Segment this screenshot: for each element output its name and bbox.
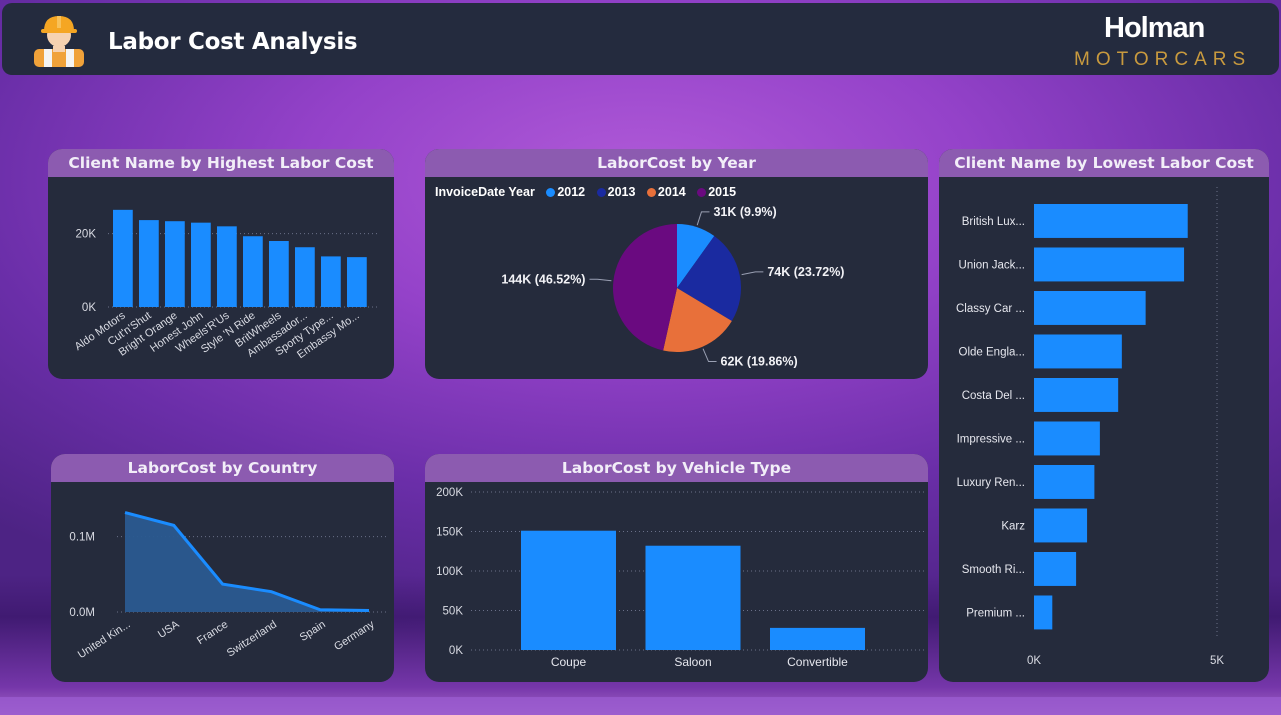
bar[interactable]	[321, 256, 341, 307]
data-label: 144K (46.52%)	[501, 272, 585, 286]
bar[interactable]	[269, 241, 289, 307]
x-tick-label: USA	[156, 618, 182, 641]
y-tick-label: Costa Del ...	[962, 390, 1025, 402]
data-label: 62K (19.86%)	[721, 355, 798, 369]
x-tick-label: Coupe	[551, 655, 587, 669]
bar[interactable]	[139, 220, 159, 307]
bar[interactable]	[770, 627, 865, 650]
card-title: Client Name by Highest Labor Cost	[48, 149, 394, 177]
bar[interactable]	[1034, 552, 1077, 586]
bar[interactable]	[1034, 204, 1188, 238]
brand-logo-name: Holman	[1104, 12, 1205, 44]
bar[interactable]	[217, 226, 237, 307]
bar[interactable]	[1034, 291, 1146, 325]
y-tick-label: Union Jack...	[959, 259, 1025, 271]
y-tick-label: 150K	[436, 527, 463, 539]
data-label: 74K (23.72%)	[767, 265, 844, 279]
leader-line	[696, 211, 710, 226]
bar[interactable]	[113, 209, 133, 307]
bar[interactable]	[521, 530, 616, 650]
y-tick-label: 50K	[443, 606, 464, 618]
y-tick-label: Luxury Ren...	[957, 477, 1025, 489]
y-tick-label: Smooth Ri...	[962, 564, 1025, 576]
bar[interactable]	[1034, 508, 1088, 543]
bar[interactable]	[645, 545, 741, 650]
lowest-labor-cost-card[interactable]: Client Name by Lowest Labor Cost 0K 5K Bri…	[939, 149, 1269, 682]
y-tick-label: 0.1M	[69, 532, 95, 544]
y-tick-label: 0K	[82, 302, 96, 314]
y-tick-label: 100K	[436, 566, 463, 578]
x-tick-label: Convertible	[787, 655, 848, 669]
highest-labor-cost-card[interactable]: Client Name by Highest Labor Cost 20K 0K A…	[48, 149, 394, 379]
worker-icon	[34, 16, 84, 67]
y-tick-label: Impressive ...	[957, 433, 1025, 445]
labor-cost-by-vehicle-chart[interactable]: 200K 150K 100K 50K 0K Coupe Saloon Convertible	[425, 454, 928, 682]
y-tick-label: Classy Car ...	[956, 303, 1025, 315]
leader-line	[702, 348, 717, 363]
y-tick-label: Premium ...	[966, 607, 1025, 619]
bar[interactable]	[1034, 421, 1100, 456]
y-tick-label: Karz	[1001, 520, 1025, 532]
bar[interactable]	[347, 257, 367, 307]
area-fill	[125, 512, 369, 612]
bar[interactable]	[1034, 595, 1053, 630]
x-tick-label: Spain	[298, 618, 328, 643]
highest-labor-cost-chart[interactable]: 20K0KAldo MotorsCut'n'ShutBright OrangeH…	[48, 177, 394, 379]
bar[interactable]	[165, 221, 185, 307]
bar[interactable]	[191, 222, 211, 307]
y-tick-label: British Lux...	[962, 216, 1025, 228]
y-tick-label: 0K	[449, 645, 463, 657]
x-tick-label: 0K	[1027, 655, 1041, 667]
bar[interactable]	[295, 247, 315, 307]
bottom-strip	[0, 697, 1281, 715]
y-tick-label: 20K	[76, 229, 97, 241]
labor-cost-by-year-chart[interactable]: 31K (9.9%) 74K (23.72%) 62K (19.86%) 144K (…	[425, 149, 928, 379]
y-tick-label: 0.0M	[69, 607, 95, 619]
x-tick-label: United Kin...	[76, 618, 133, 661]
y-tick-label: Olde Engla...	[959, 346, 1025, 358]
leader-line	[741, 271, 764, 276]
labor-cost-by-country-chart[interactable]: 0.1M 0.0MUnited Kin... USA FranceSwitzerlan…	[51, 454, 394, 682]
bar[interactable]	[1034, 378, 1119, 412]
leader-line	[589, 278, 612, 282]
labor-cost-by-country-card[interactable]: LaborCost by Country 0.1M 0.0M United Kin.…	[51, 454, 394, 682]
labor-cost-by-vehicle-card[interactable]: LaborCost by Vehicle Type 200K 150K 100K 50…	[425, 454, 928, 682]
labor-cost-by-year-card[interactable]: LaborCost by Year InvoiceDate Year 2012 …	[425, 149, 928, 379]
x-tick-label: Switzerland	[225, 618, 279, 659]
x-tick-label: Germany	[332, 618, 377, 653]
x-tick-label: France	[195, 618, 230, 647]
bar[interactable]	[1034, 334, 1122, 369]
bar[interactable]	[1034, 465, 1095, 499]
y-tick-label: 200K	[436, 487, 463, 499]
x-tick-label: Saloon	[674, 655, 711, 669]
header-bar: Labor Cost Analysis Holman MOTORCARS	[2, 3, 1279, 75]
page-title: Labor Cost Analysis	[108, 29, 358, 55]
data-label: 31K (9.9%)	[713, 205, 776, 219]
bar[interactable]	[243, 236, 263, 307]
lowest-labor-cost-chart[interactable]: 0K 5K British Lux... Union Jack... Classy Ca…	[939, 149, 1269, 682]
bar[interactable]	[1034, 247, 1185, 282]
x-tick-label: 5K	[1210, 655, 1224, 667]
brand-logo-subtitle: MOTORCARS	[1074, 49, 1252, 70]
